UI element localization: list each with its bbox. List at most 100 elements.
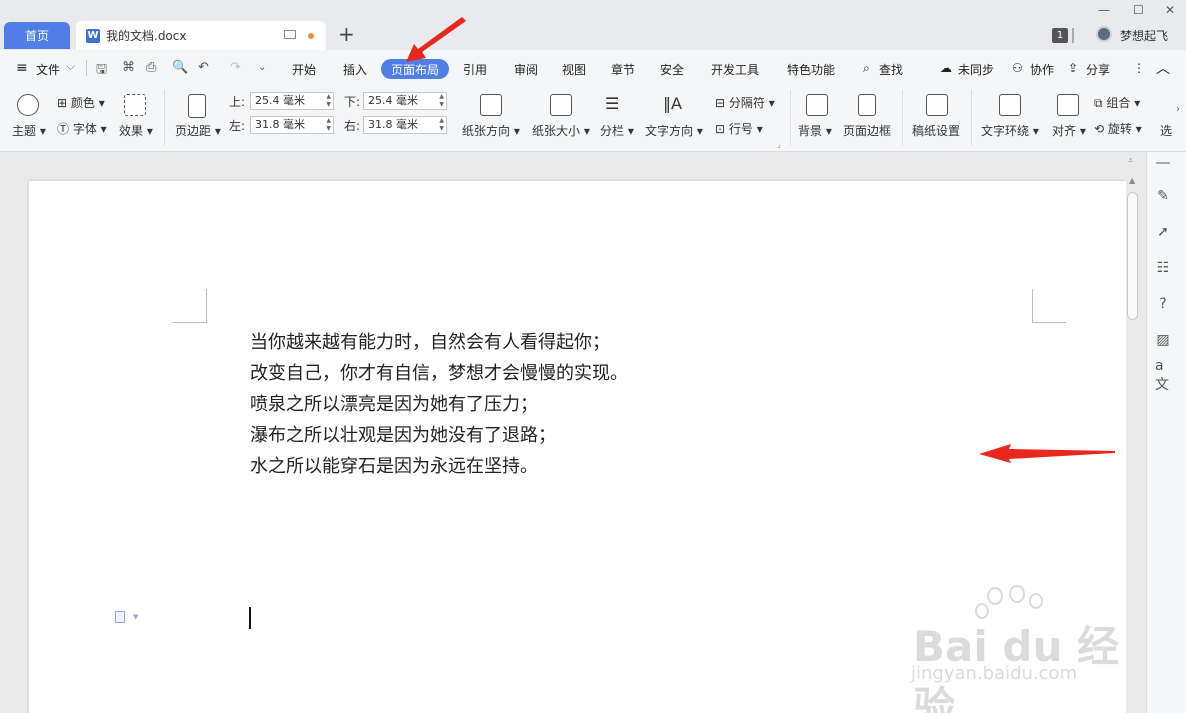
font-button[interactable]: Ⓣ 字体 ▾ [57, 120, 107, 137]
menu-sync[interactable]: 未同步 [958, 61, 994, 78]
text-line[interactable]: 水之所以能穿石是因为永远在坚持。 [250, 451, 628, 482]
text-line[interactable]: 改变自己，你才有自信，梦想才会慢慢的实现。 [250, 358, 628, 389]
align-icon[interactable] [1057, 94, 1079, 116]
text-cursor [249, 607, 251, 629]
line-numbers-button[interactable]: ⊡ 行号 ▾ [715, 120, 763, 137]
margins-icon[interactable] [188, 94, 206, 118]
print-icon[interactable]: ⎙ [146, 60, 156, 75]
hamburger-icon[interactable]: ≡ [16, 60, 28, 76]
maximize-button[interactable]: ☐ [1133, 3, 1144, 17]
margins-button[interactable]: 页边距 ▾ [175, 122, 221, 139]
menu-view[interactable]: 视图 [562, 61, 586, 78]
menu-security[interactable]: 安全 [660, 61, 684, 78]
share-icon[interactable]: ⇪ [1068, 61, 1078, 75]
align-button[interactable]: 对齐 ▾ [1052, 122, 1086, 139]
select-pointer-icon[interactable]: ➚ [1155, 224, 1171, 240]
background-button[interactable]: 背景 ▾ [798, 122, 832, 139]
paper-size-button[interactable]: 纸张大小 ▾ [532, 122, 590, 139]
text-line[interactable]: 瀑布之所以壮观是因为她没有了退路； [250, 420, 628, 451]
color-button[interactable]: ⊞ 颜色 ▾ [57, 94, 105, 111]
ribbon-scroll-right-icon[interactable]: › [1176, 104, 1180, 115]
translate-icon[interactable]: a文 [1155, 358, 1171, 393]
collaborate-icon[interactable]: ⚇ [1012, 61, 1023, 75]
menu-file[interactable]: 文件 [36, 61, 60, 78]
document-text[interactable]: 当你越来越有能力时，自然会有人看得起你； 改变自己，你才有自信，梦想才会慢慢的实… [250, 327, 628, 482]
tab-home[interactable]: 首页 [4, 22, 70, 49]
menu-developer[interactable]: 开发工具 [711, 61, 759, 78]
page-border-button[interactable]: 页面边框 [843, 122, 891, 139]
breaks-button[interactable]: ⊟ 分隔符 ▾ [715, 94, 775, 111]
redo-icon[interactable]: ↷ [230, 60, 241, 75]
columns-icon[interactable]: ☰ [605, 94, 619, 113]
text-line[interactable]: 当你越来越有能力时，自然会有人看得起你； [250, 327, 628, 358]
theme-button[interactable]: 主题 ▾ [12, 122, 46, 139]
collapse-ribbon-icon[interactable]: ︿ [1156, 58, 1170, 78]
theme-icon[interactable] [17, 94, 39, 116]
menu-insert[interactable]: 插入 [343, 61, 367, 78]
columns-button[interactable]: 分栏 ▾ [600, 122, 634, 139]
paragraph-layout-icon[interactable] [115, 611, 125, 623]
text-direction-button[interactable]: 文字方向 ▾ [645, 122, 703, 139]
undo-icon[interactable]: ↶ [198, 60, 209, 75]
scrollbar-thumb[interactable] [1127, 192, 1138, 320]
ribbon-separator [902, 90, 903, 146]
monitor-icon[interactable] [284, 30, 296, 39]
cloud-sync-icon[interactable]: ☁ [940, 61, 952, 75]
notification-badge[interactable]: 1 [1052, 28, 1068, 43]
minimize-button[interactable]: — [1098, 3, 1110, 17]
text-wrap-button[interactable]: 文字环绕 ▾ [981, 122, 1039, 139]
menu-collab[interactable]: 协作 [1030, 61, 1054, 78]
rotate-button[interactable]: ⟲ 旋转 ▾ [1094, 120, 1142, 137]
close-button[interactable]: ✕ [1165, 3, 1175, 17]
right-margin-input[interactable]: 31.8 毫米 ▲ ▼ [363, 116, 447, 134]
effect-icon[interactable] [124, 94, 146, 116]
menu-features[interactable]: 特色功能 [787, 61, 835, 78]
margin-corner-left [173, 289, 207, 323]
manuscript-icon[interactable] [926, 94, 948, 116]
menu-share[interactable]: 分享 [1086, 61, 1110, 78]
scroll-up-icon[interactable]: ▲ [1129, 176, 1135, 185]
quick-access-dropdown-icon[interactable]: ⌄ [258, 62, 266, 73]
tab-document[interactable]: W 我的文档.docx [76, 21, 326, 50]
left-margin-input[interactable]: 31.8 毫米 ▲ ▼ [250, 116, 334, 134]
right-margin-label: 右: [344, 119, 361, 133]
settings-sliders-icon[interactable]: ☷ [1155, 260, 1171, 276]
effect-button[interactable]: 效果 ▾ [119, 122, 153, 139]
menu-start[interactable]: 开始 [292, 61, 316, 78]
background-icon[interactable] [806, 94, 828, 116]
user-name[interactable]: 梦想起飞 [1120, 27, 1168, 44]
group-button[interactable]: ⧉ 组合 ▾ [1094, 94, 1140, 111]
select-button[interactable]: 选 [1160, 122, 1172, 139]
text-direction-icon[interactable]: ‖A [663, 94, 682, 113]
avatar[interactable] [1096, 26, 1112, 42]
orientation-icon[interactable] [480, 94, 502, 116]
panel-handle[interactable] [1156, 162, 1170, 164]
scroll-to-top-icon[interactable]: ⩡ [1128, 156, 1133, 166]
orientation-button[interactable]: 纸张方向 ▾ [462, 122, 520, 139]
more-options-icon[interactable]: ⋮ [1133, 61, 1145, 75]
help-icon[interactable]: ? [1155, 296, 1171, 312]
chevron-down-icon[interactable]: ⌵ [66, 59, 75, 74]
pen-icon[interactable]: ✎ [1155, 188, 1171, 204]
paper-size-icon[interactable] [550, 94, 572, 116]
format-painter-icon[interactable]: ⌘ [122, 60, 135, 75]
badge-separator [1072, 28, 1074, 43]
top-margin-input[interactable]: 25.4 毫米 ▲ ▼ [250, 92, 334, 110]
margin-corner-right [1032, 289, 1066, 323]
page-border-icon[interactable] [858, 94, 876, 116]
document-tab-label: 我的文档.docx [106, 29, 187, 43]
menu-review[interactable]: 审阅 [514, 61, 538, 78]
menu-search[interactable]: 查找 [879, 61, 903, 78]
menu-chapter[interactable]: 章节 [611, 61, 635, 78]
bottom-margin-input[interactable]: 25.4 毫米 ▲ ▼ [363, 92, 447, 110]
chevron-down-icon[interactable]: ▼ [133, 613, 138, 621]
search-icon[interactable]: ⌕ [863, 61, 870, 76]
new-tab-button[interactable]: + [338, 22, 355, 46]
save-icon[interactable]: 🖫 [96, 60, 107, 82]
page-setup-launcher-icon[interactable]: ⌟ [777, 140, 781, 149]
manuscript-button[interactable]: 稿纸设置 [912, 122, 960, 139]
text-wrap-icon[interactable] [999, 94, 1021, 116]
image-icon[interactable]: ▨ [1155, 332, 1171, 348]
text-line[interactable]: 喷泉之所以漂亮是因为她有了压力； [250, 389, 628, 420]
print-preview-icon[interactable]: 🔍 [172, 60, 188, 75]
